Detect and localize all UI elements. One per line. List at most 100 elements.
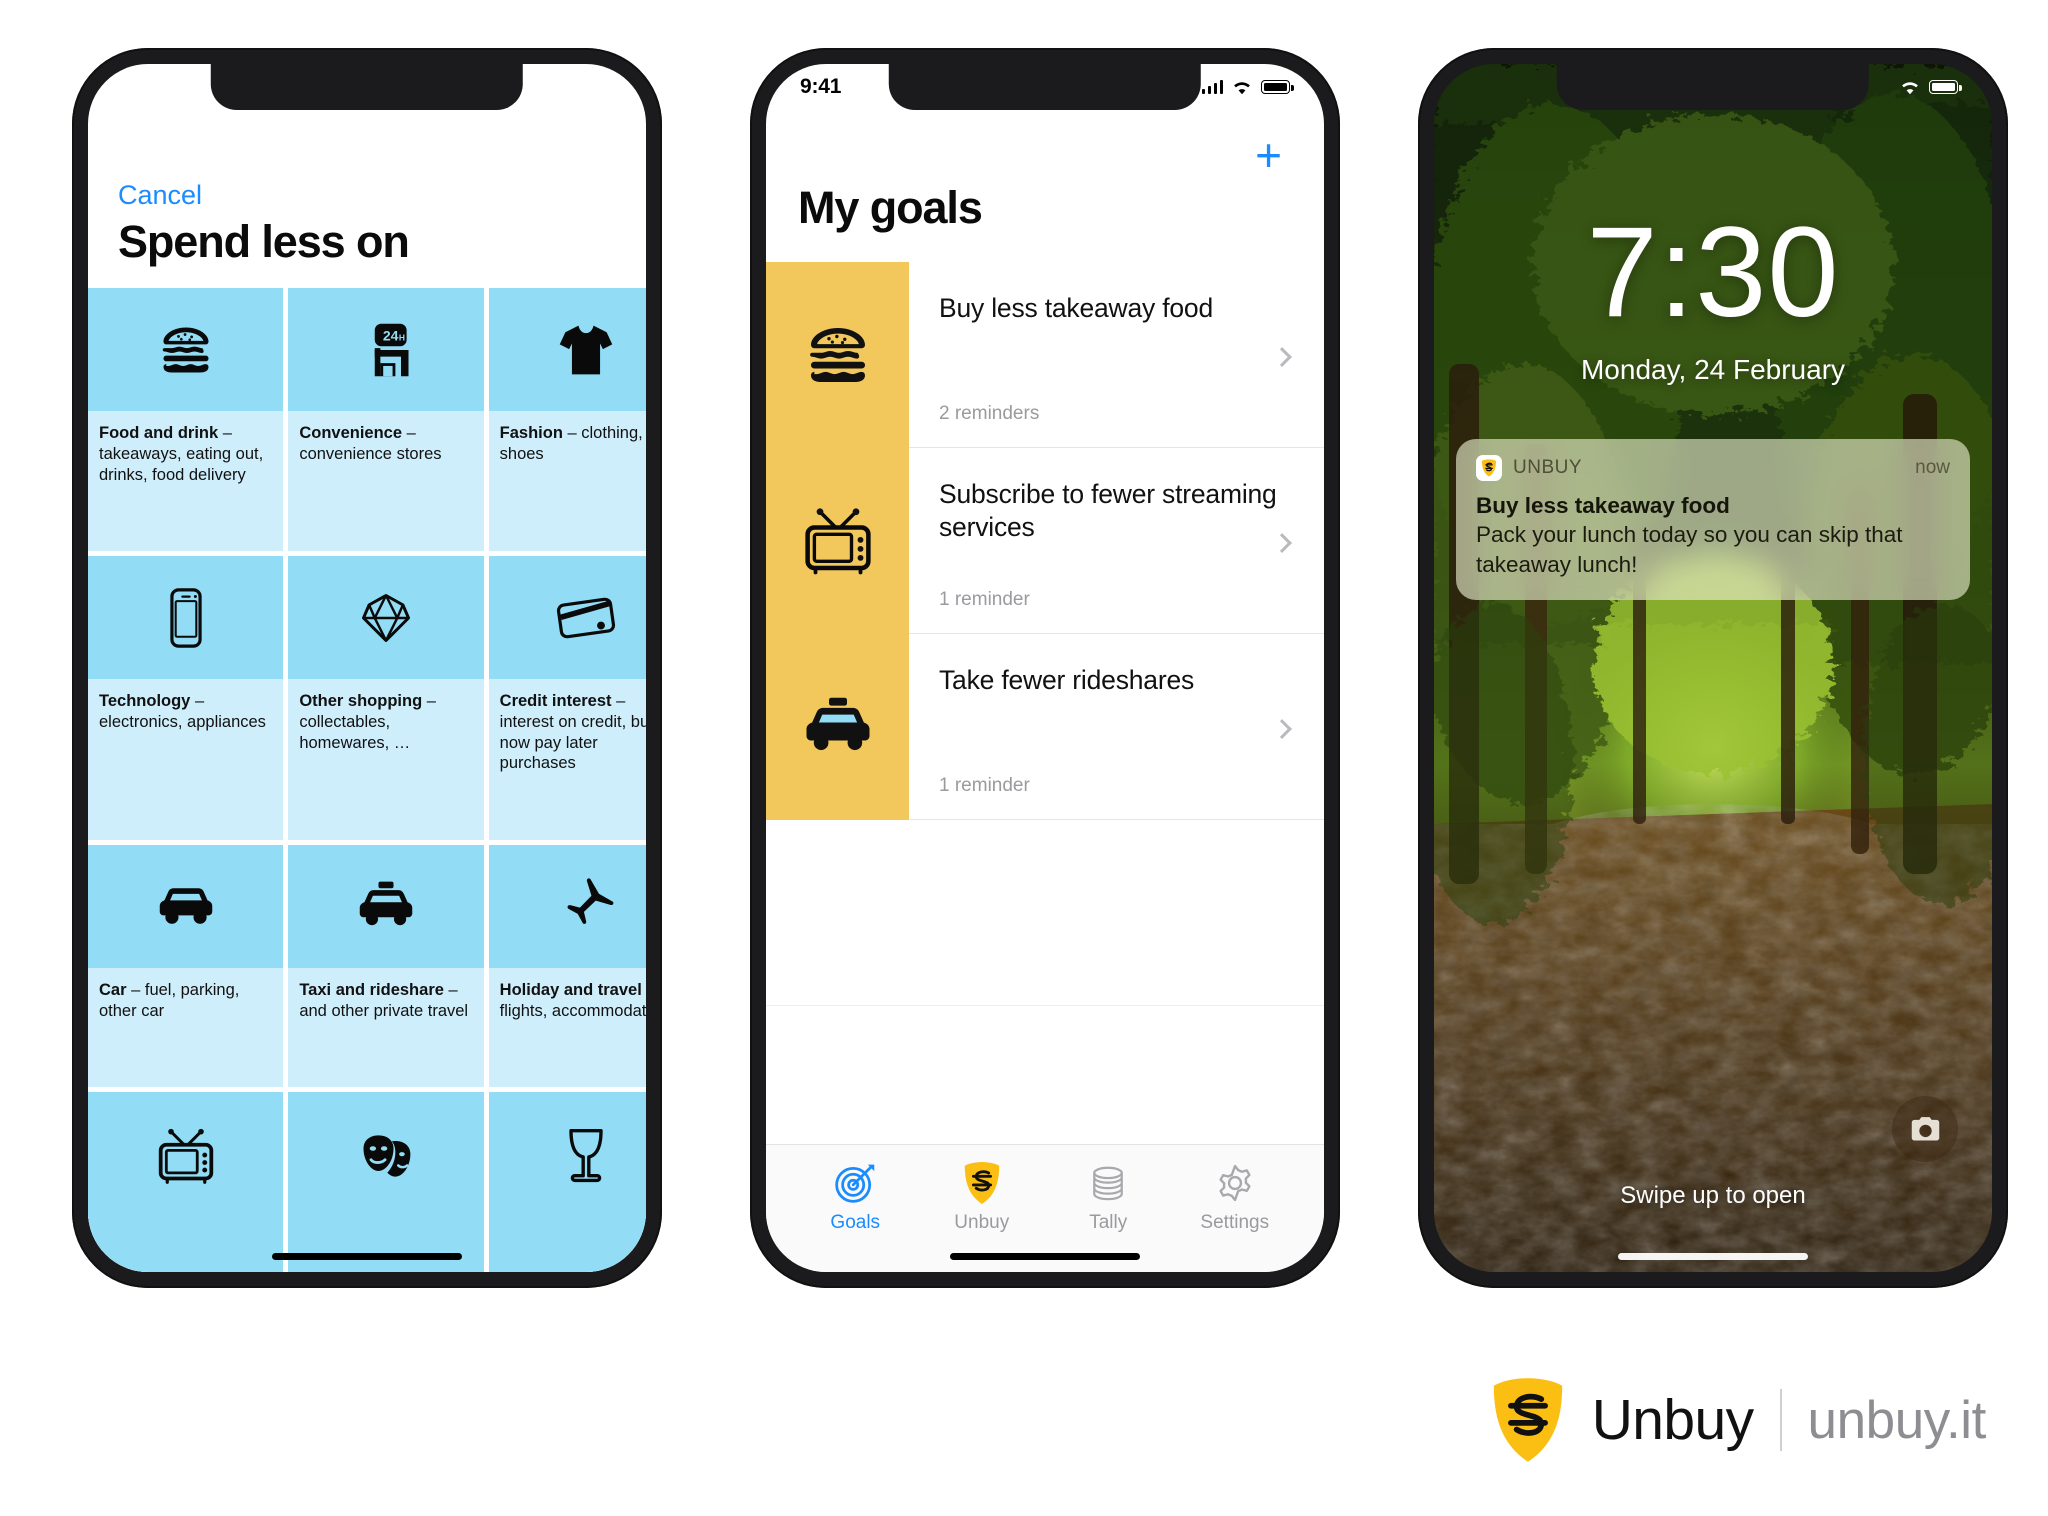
category-tile[interactable]: 24 H Convenience – convenience stores — [288, 288, 484, 552]
notification-app-name: UNBUY — [1513, 457, 1583, 478]
status-bar — [1434, 64, 1992, 110]
notification-timestamp: now — [1915, 457, 1950, 478]
diamond-icon — [288, 556, 484, 680]
svg-text:24: 24 — [383, 327, 399, 343]
category-tile[interactable]: Technology – electronics, appliances — [88, 556, 284, 840]
tab-label: Settings — [1200, 1212, 1270, 1233]
camera-button[interactable] — [1892, 1096, 1958, 1162]
tab-goals[interactable]: Goals — [792, 1159, 919, 1272]
credit-card-icon — [488, 556, 646, 680]
category-tile[interactable]: Holiday and travel – flights, accommodat… — [488, 844, 646, 1088]
category-sheet: Cancel Spend less on Food and drink – ta… — [88, 148, 646, 1272]
notification-body: Pack your lunch today so you can skip th… — [1476, 522, 1903, 578]
camera-icon — [1911, 1116, 1939, 1140]
cancel-button[interactable]: Cancel — [118, 180, 202, 211]
home-indicator — [272, 1253, 462, 1260]
home-indicator — [1618, 1253, 1808, 1260]
wifi-icon — [1234, 81, 1250, 94]
brand-divider — [1779, 1389, 1782, 1451]
category-tile[interactable] — [288, 1092, 484, 1272]
goal-row[interactable]: Buy less takeaway food 2 reminders — [766, 262, 1324, 448]
page-title: My goals — [798, 182, 983, 233]
notification-banner[interactable]: UNBUY now Buy less takeaway food Pack yo… — [1456, 439, 1970, 601]
category-tile[interactable] — [488, 1092, 646, 1272]
category-label: Technology – electronics, appliances — [88, 679, 284, 840]
wifi-icon — [1902, 81, 1918, 94]
brand-name: Unbuy — [1591, 1388, 1754, 1452]
goal-row[interactable]: Subscribe to fewer streaming services 1 r… — [766, 448, 1324, 634]
category-label: Car – fuel, parking, other car — [88, 967, 284, 1088]
coins-icon — [1086, 1159, 1130, 1207]
smartphone-icon — [88, 556, 284, 680]
tab-label: Goals — [830, 1212, 881, 1233]
status-icons — [523, 80, 616, 95]
page-title: Spend less on — [118, 216, 410, 267]
goal-body: Subscribe to fewer streaming services 1 r… — [909, 448, 1324, 634]
goal-row[interactable]: Take fewer rideshares 1 reminder — [766, 634, 1324, 820]
empty-list-row — [766, 820, 1324, 1006]
status-bar: 9:41 — [88, 64, 646, 110]
notification-header: UNBUY now — [1476, 455, 1950, 481]
category-tile[interactable]: Food and drink – takeaways, eating out, … — [88, 288, 284, 552]
category-tile[interactable]: Car – fuel, parking, other car — [88, 844, 284, 1088]
wine-glass-icon — [488, 1092, 646, 1221]
category-tile[interactable]: Taxi and rideshare – and other private t… — [288, 844, 484, 1088]
swipe-up-hint: Swipe up to open — [1620, 1182, 1806, 1209]
lock-date: Monday, 24 February — [1580, 354, 1846, 385]
status-icons — [1201, 80, 1294, 95]
theatre-masks-icon — [288, 1092, 484, 1221]
category-tile[interactable]: Fashion – clothing, shoes — [488, 288, 646, 552]
tv-icon — [88, 1092, 284, 1221]
cellular-signal-icon — [523, 80, 545, 94]
category-tile[interactable] — [88, 1092, 284, 1272]
home-indicator — [950, 1253, 1140, 1260]
category-grid: Food and drink – takeaways, eating out, … — [88, 288, 646, 1272]
svg-text:H: H — [399, 332, 405, 342]
goal-reminder-count: 1 reminder — [939, 589, 1030, 610]
target-icon — [833, 1159, 877, 1207]
unbuy-shield-icon — [960, 1159, 1004, 1207]
phone1-screen: 9:41 Cancel Spend less on Food and drink… — [88, 64, 646, 1272]
battery-icon — [1261, 80, 1294, 94]
category-label: Food and drink – takeaways, eating out, … — [88, 411, 284, 552]
status-time: 9:41 — [122, 75, 164, 98]
status-bar: 9:41 — [766, 64, 1324, 110]
goal-list: Buy less takeaway food 2 reminders Subscri… — [766, 262, 1324, 1192]
category-tile[interactable]: Other shopping – collectables, homewares… — [288, 556, 484, 840]
phone-mockup-categories: 9:41 Cancel Spend less on Food and drink… — [72, 48, 662, 1288]
status-icons — [1900, 80, 1962, 95]
gear-icon — [1213, 1159, 1257, 1207]
goal-body: Take fewer rideshares 1 reminder — [909, 634, 1324, 820]
goal-name: Subscribe to fewer streaming services — [939, 479, 1277, 543]
brand-footer: Unbuy unbuy.it — [1490, 1376, 1986, 1464]
category-label: Convenience – convenience stores — [288, 411, 484, 552]
lock-clock: 7:30 — [1586, 201, 1840, 344]
tv-icon — [766, 448, 909, 634]
battery-icon — [583, 80, 616, 94]
chevron-right-icon — [1272, 346, 1292, 367]
brand-url: unbuy.it — [1807, 1390, 1987, 1450]
plane-icon — [488, 844, 646, 968]
phone3-screen: 7:30 Monday, 24 February UNBUY now Buy l… — [1434, 64, 1992, 1272]
category-label: Credit interest – interest on credit, bu… — [488, 679, 646, 840]
goal-reminder-count: 2 reminders — [939, 403, 1040, 424]
category-label: Taxi and rideshare – and other private t… — [288, 967, 484, 1088]
category-label: Holiday and travel – flights, accommodat… — [488, 967, 646, 1088]
status-time: 9:41 — [800, 75, 842, 98]
chevron-right-icon — [1272, 718, 1292, 739]
convenience-store-icon: 24 H — [288, 288, 484, 411]
goal-reminder-count: 1 reminder — [939, 775, 1030, 796]
phone2-screen: 9:41 + My goals Buy less takeaway food 2 … — [766, 64, 1324, 1272]
burger-icon — [88, 288, 284, 411]
add-goal-button[interactable]: + — [1255, 132, 1282, 178]
unbuy-shield-icon — [1493, 1378, 1562, 1462]
battery-icon — [1929, 80, 1962, 94]
goal-body: Buy less takeaway food 2 reminders — [909, 262, 1324, 448]
tab-settings[interactable]: Settings — [1172, 1159, 1299, 1272]
tab-label: Unbuy — [954, 1212, 1010, 1233]
wifi-icon — [556, 81, 572, 94]
phone-mockup-lockscreen: 7:30 Monday, 24 February UNBUY now Buy l… — [1418, 48, 2008, 1288]
category-label: Other shopping – collectables, homewares… — [288, 679, 484, 840]
category-tile[interactable]: Credit interest – interest on credit, bu… — [488, 556, 646, 840]
cellular-signal-icon — [1201, 80, 1223, 94]
